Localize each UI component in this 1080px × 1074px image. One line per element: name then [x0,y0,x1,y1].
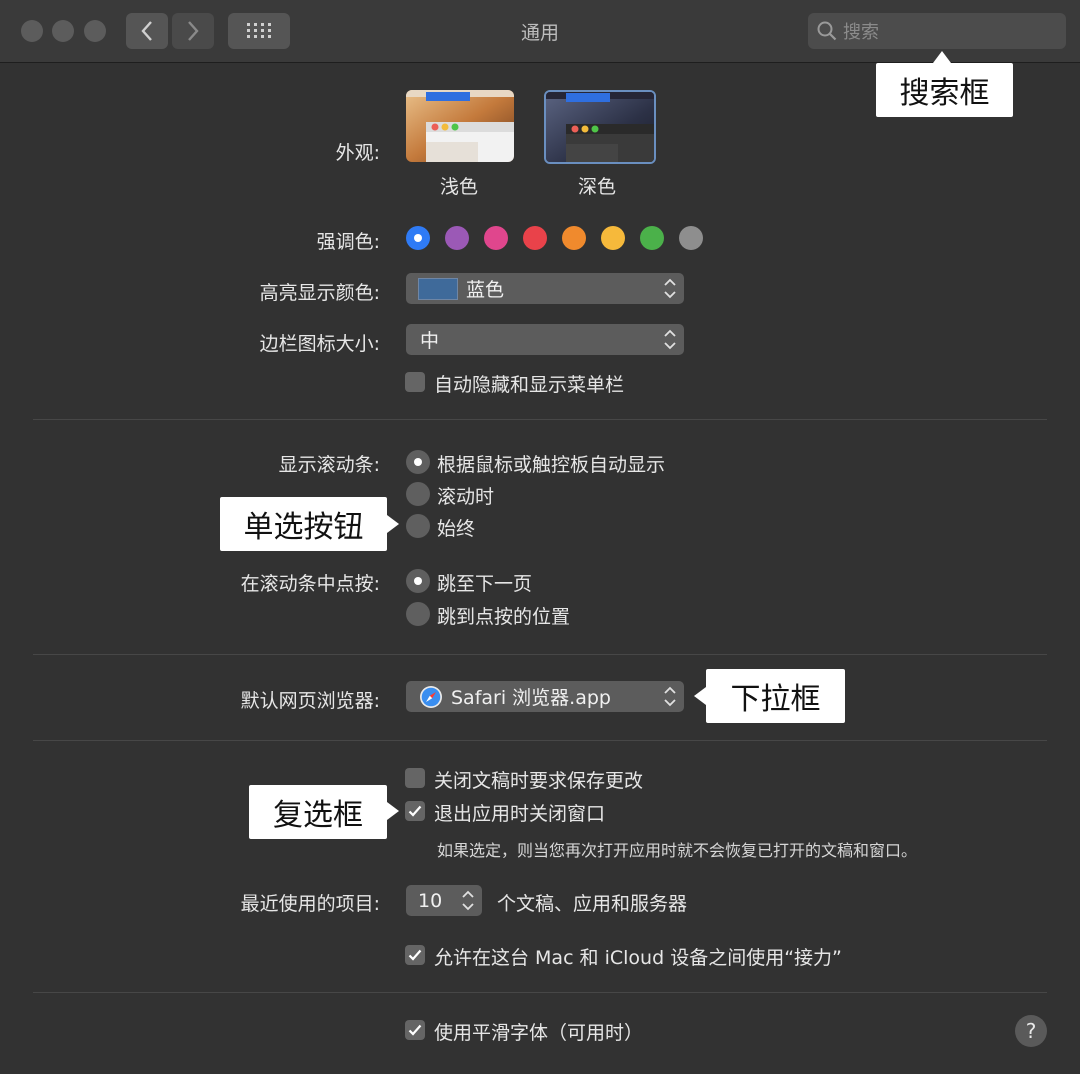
title-bar: 通用 搜索 [0,0,1080,63]
highlight-swatch [418,277,458,300]
menubar-autohide-label: 自动隐藏和显示菜单栏 [434,374,625,396]
accent-color-swatch[interactable] [406,226,430,250]
accent-color-swatch[interactable] [523,226,547,250]
browser-label: 默认网页浏览器: [240,690,380,712]
default-browser-value: Safari 浏览器.app [451,687,611,709]
scrollbars-auto-radio[interactable] [406,450,430,474]
appearance-dark-option[interactable] [544,90,656,164]
up-down-arrows-icon [462,890,474,911]
divider [33,654,1047,655]
help-icon: ? [1025,1019,1037,1043]
callout-pointer [933,51,951,63]
checkmark-icon [408,1024,422,1036]
selected-dot [414,234,422,242]
font-smoothing-checkbox[interactable] [405,1020,425,1040]
search-field[interactable]: 搜索 [808,13,1066,49]
accent-color-swatch[interactable] [601,226,625,250]
ask-save-checkbox[interactable] [405,768,425,788]
close-windows-label: 退出应用时关闭窗口 [434,803,606,825]
click-position-radio[interactable] [406,602,430,626]
click-next-page-radio[interactable] [406,569,430,593]
callout-pointer [387,802,399,820]
callout-pointer [387,515,399,533]
callout-checkbox: 复选框 [249,785,387,839]
dark-theme-thumbnail [546,92,654,162]
appearance-light-label: 浅色 [440,176,479,198]
up-down-arrows-icon [664,278,676,299]
recent-items-value: 10 [418,889,443,912]
ask-save-label: 关闭文稿时要求保存更改 [434,770,644,792]
callout-search: 搜索框 [876,63,1013,117]
menubar-autohide-checkbox[interactable] [405,372,425,392]
divider [33,992,1047,993]
handoff-checkbox[interactable] [405,945,425,965]
up-down-arrows-icon [664,329,676,350]
callout-radio: 单选按钮 [220,497,387,551]
scrollbars-label: 显示滚动条: [278,454,380,476]
divider [33,419,1047,420]
recent-items-suffix: 个文稿、应用和服务器 [497,893,688,915]
scrollbars-scrolling-radio[interactable] [406,482,430,506]
divider [33,740,1047,741]
accent-label: 强调色: [316,231,380,253]
light-theme-thumbnail [406,90,514,162]
search-placeholder: 搜索 [843,22,879,43]
close-windows-note: 如果选定，则当您再次打开应用时就不会恢复已打开的文稿和窗口。 [437,841,918,860]
checkmark-icon [408,805,422,817]
search-icon [817,21,837,41]
safari-icon [420,685,442,708]
close-windows-checkbox[interactable] [405,801,425,821]
click-next-page-label: 跳至下一页 [437,573,533,595]
sidebar-icon-size-select[interactable]: 中 [406,324,684,355]
accent-color-swatch[interactable] [445,226,469,250]
sidebar-icon-value: 中 [420,330,440,352]
accent-color-swatch[interactable] [562,226,586,250]
recent-items-label: 最近使用的项目: [240,893,380,915]
accent-color-swatch[interactable] [640,226,664,250]
accent-color-swatch[interactable] [484,226,508,250]
highlight-label: 高亮显示颜色: [259,282,380,304]
accent-color-swatch[interactable] [679,226,703,250]
scrollbars-always-radio[interactable] [406,514,430,538]
highlight-color-select[interactable]: 蓝色 [406,273,684,304]
help-button[interactable]: ? [1015,1015,1047,1047]
appearance-light-option[interactable] [406,90,514,162]
click-position-label: 跳到点按的位置 [437,606,571,628]
font-smoothing-label: 使用平滑字体（可用时） [434,1022,644,1044]
handoff-label: 允许在这台 Mac 和 iCloud 设备之间使用“接力” [434,947,842,969]
appearance-label: 外观: [335,142,380,164]
appearance-dark-label: 深色 [578,176,617,198]
default-browser-select[interactable]: Safari 浏览器.app [406,681,684,712]
callout-pointer [694,687,706,705]
sidebar-icon-label: 边栏图标大小: [259,333,380,355]
recent-items-stepper[interactable]: 10 [406,885,482,916]
up-down-arrows-icon [664,686,676,707]
scrollbars-always-label: 始终 [437,518,476,540]
scrollbars-scrolling-label: 滚动时 [437,486,495,508]
checkmark-icon [408,949,422,961]
callout-dropdown: 下拉框 [706,669,845,723]
scrollbars-auto-label: 根据鼠标或触控板自动显示 [437,454,666,476]
highlight-value: 蓝色 [466,279,505,301]
click-scroll-label: 在滚动条中点按: [240,573,380,595]
